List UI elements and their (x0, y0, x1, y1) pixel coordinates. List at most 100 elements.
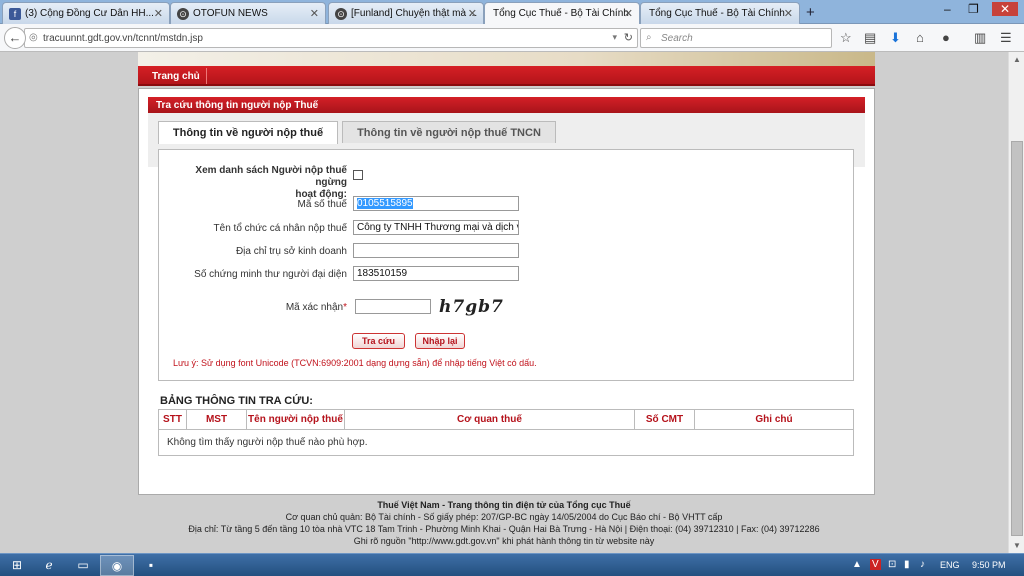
tab-label: Tổng Cục Thuế - Bộ Tài Chính (493, 8, 629, 19)
stopped-list-label-line1: Xem danh sách Người nộp thuế ngừng (195, 165, 347, 188)
scroll-up-icon[interactable]: ▲ (1013, 55, 1021, 64)
captcha-label-text: Mã xác nhận (285, 302, 344, 313)
browser-tab-active[interactable]: Tổng Cục Thuế - Bộ Tài Chính ✕ (484, 2, 640, 25)
unicode-note: Lưu ý: Sử dụng font Unicode (TCVN:6909:2… (173, 358, 537, 368)
tray-expand-icon[interactable]: ▲ (852, 559, 862, 570)
language-indicator[interactable]: ENG (940, 560, 960, 570)
footer-line: Cơ quan chủ quản: Bộ Tài chính - Số giấy… (285, 512, 723, 522)
globe-icon: ◎ (29, 32, 38, 43)
stopped-list-checkbox[interactable] (353, 170, 363, 180)
browser-tab[interactable]: ⊙ OTOFUN NEWS ✕ (170, 2, 326, 24)
scroll-down-icon[interactable]: ▼ (1013, 541, 1021, 550)
download-icon[interactable]: ⬇ (890, 30, 901, 46)
tab-tncn-info[interactable]: Thông tin về người nộp thuế TNCN (342, 121, 556, 143)
search-placeholder[interactable]: Search (661, 33, 693, 44)
ie-icon[interactable]: ℯ (32, 555, 66, 576)
page-scrollbar[interactable]: ▲ ▼ (1008, 52, 1024, 553)
col-taxpayer-name: Tên người nộp thuế (246, 409, 345, 430)
stopped-list-label: Xem danh sách Người nộp thuế ngừng hoạt … (173, 165, 347, 201)
results-table: STT MST Tên người nộp thuế Cơ quan thuế … (158, 409, 854, 456)
volume-icon[interactable]: ♪ (920, 559, 925, 570)
results-title: BẢNG THÔNG TIN TRA CỨU: (160, 395, 313, 407)
browser-tab[interactable]: ⊙ [Funland] Chuyện thật mà ... ✕ (328, 2, 484, 24)
sidebar-icon[interactable]: ▥ (974, 30, 986, 46)
header-banner (138, 52, 875, 66)
required-marker: * (343, 302, 347, 313)
name-input[interactable]: Công ty TNHH Thương mại và dịch v (353, 220, 519, 235)
mst-input[interactable]: 0105515895 (353, 196, 519, 211)
tab-label: [Funland] Chuyện thật mà ... (351, 8, 478, 19)
col-tax-office: Cơ quan thuế (344, 409, 635, 430)
close-window-icon[interactable]: ✕ (992, 2, 1019, 16)
footer-line: Địa chỉ: Từ tầng 5 đến tầng 10 tòa nhà V… (188, 524, 820, 534)
app-icon[interactable]: ▪ (134, 555, 168, 576)
reload-icon[interactable]: ↻ (624, 31, 633, 44)
section-title: Tra cứu thông tin người nộp Thuế (148, 97, 865, 113)
close-tab-icon[interactable]: ✕ (468, 7, 477, 20)
table-row: Không tìm thấy người nộp thuế nào phù hợ… (158, 429, 854, 456)
reset-button[interactable]: Nhập lại (415, 333, 465, 349)
tray-app-icon[interactable]: V (870, 559, 881, 570)
close-tab-icon[interactable]: ✕ (154, 7, 163, 20)
col-mst: MST (186, 409, 247, 430)
scrollbar-thumb[interactable] (1011, 141, 1023, 536)
firefox-icon[interactable]: ◉ (100, 555, 134, 576)
dropdown-icon[interactable]: ▾ (612, 32, 617, 43)
tray-app-icon[interactable]: ⊡ (888, 559, 896, 570)
tab-taxpayer-info[interactable]: Thông tin về người nộp thuế (158, 121, 338, 144)
close-tab-icon[interactable]: ✕ (310, 7, 319, 20)
col-notes: Ghi chú (694, 409, 854, 430)
close-tab-icon[interactable]: ✕ (784, 7, 793, 20)
windows-taskbar: ⊞ ℯ ▭ ◉ ▪ ▲ V ⊡ ▮ ♪ ENG 9:50 PM (0, 553, 1024, 576)
otofun-icon: ⊙ (335, 8, 347, 20)
footer-line: Ghi rõ nguồn "http://www.gdt.gov.vn" khi… (353, 536, 655, 546)
tab-label: OTOFUN NEWS (193, 8, 268, 19)
captcha-image: h7gb7 (439, 297, 504, 317)
address-input[interactable] (353, 243, 519, 258)
search-form: Xem danh sách Người nộp thuế ngừng hoạt … (158, 149, 854, 381)
col-id-number: Số CMT (634, 409, 695, 430)
clock[interactable]: 9:50 PM (972, 560, 1006, 570)
browser-tab[interactable]: Tổng Cục Thuế - Bộ Tài Chính ✕ (640, 2, 800, 24)
search-button[interactable]: Tra cứu (352, 333, 405, 349)
search-icon: ⌕ (646, 32, 652, 43)
address-label: Địa chỉ trụ sở kinh doanh (235, 246, 347, 257)
chat-icon[interactable]: ● (942, 30, 950, 45)
url-bar[interactable]: ◎ tracuunnt.gdt.gov.vn/tcnnt/mstdn.jsp ▾… (24, 28, 638, 48)
browser-tab[interactable]: f (3) Cộng Đồng Cư Dân HH... ✕ (2, 2, 170, 24)
search-bar[interactable]: ⌕ Search (640, 28, 832, 48)
restore-icon[interactable]: ❐ (968, 2, 979, 16)
facebook-icon: f (9, 8, 21, 20)
home-icon[interactable]: ⌂ (916, 30, 924, 45)
main-nav-bar: Trang chủ (138, 66, 875, 86)
file-explorer-icon[interactable]: ▭ (66, 555, 100, 576)
reading-list-icon[interactable]: ▤ (864, 30, 876, 46)
close-tab-icon[interactable]: ✕ (624, 7, 633, 20)
new-tab-button[interactable]: + (806, 4, 815, 21)
results-header-row: STT MST Tên người nộp thuế Cơ quan thuế … (158, 409, 854, 430)
footer-title: Thuế Việt Nam - Trang thông tin điện tử … (377, 500, 631, 510)
network-icon[interactable]: ▮ (904, 559, 910, 570)
menu-icon[interactable]: ☰ (1000, 30, 1012, 46)
otofun-icon: ⊙ (177, 8, 189, 20)
mst-label: Mã số thuế (297, 199, 347, 210)
captcha-input[interactable] (355, 299, 431, 314)
nav-home-link[interactable]: Trang chủ (152, 71, 200, 82)
url-text[interactable]: tracuunnt.gdt.gov.vn/tcnnt/mstdn.jsp (43, 33, 203, 44)
browser-navbar: ◎ tracuunnt.gdt.gov.vn/tcnnt/mstdn.jsp ▾… (0, 24, 1024, 52)
page-viewport: Trang chủ Tra cứu thông tin người nộp Th… (0, 52, 1008, 553)
name-label: Tên tổ chức cá nhân nộp thuế (213, 223, 347, 234)
captcha-label: Mã xác nhận* (173, 302, 347, 313)
col-stt: STT (158, 409, 187, 430)
back-button[interactable]: ← (4, 27, 26, 49)
browser-tab-strip: f (3) Cộng Đồng Cư Dân HH... ✕ ⊙ OTOFUN … (0, 0, 1024, 25)
bookmark-star-icon[interactable]: ☆ (840, 30, 852, 46)
start-button[interactable]: ⊞ (2, 555, 32, 576)
site-footer: Thuế Việt Nam - Trang thông tin điện tử … (0, 499, 1008, 547)
nav-divider (206, 68, 207, 84)
mst-value: 0105515895 (357, 198, 413, 209)
id-number-label: Số chứng minh thư người đại diện (194, 269, 347, 280)
minimize-icon[interactable]: – (944, 2, 951, 16)
empty-result-message: Không tìm thấy người nộp thuế nào phù hợ… (158, 429, 854, 456)
id-number-input[interactable]: 183510159 (353, 266, 519, 281)
